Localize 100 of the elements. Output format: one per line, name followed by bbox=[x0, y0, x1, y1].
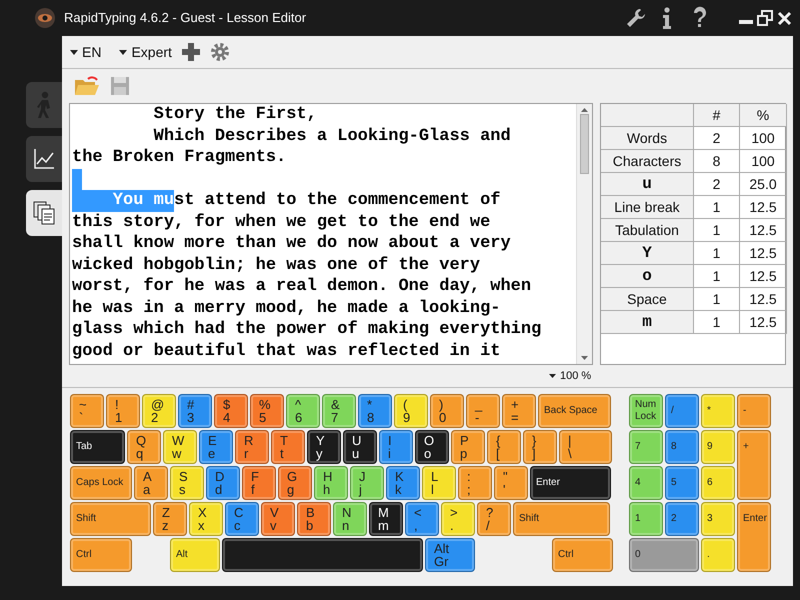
keyboard-key: Alt bbox=[170, 538, 220, 572]
documents-icon bbox=[32, 200, 56, 226]
keyboard-key: 6 bbox=[701, 466, 735, 500]
keyboard-key: . bbox=[701, 538, 735, 572]
keyboard-key: C c bbox=[225, 502, 259, 536]
keyboard-key: & 7 bbox=[322, 394, 356, 428]
keyboard-key: Shift bbox=[70, 502, 151, 536]
keyboard-key: < , bbox=[405, 502, 439, 536]
help-icon[interactable] bbox=[691, 6, 709, 30]
keyboard-key: % 5 bbox=[250, 394, 284, 428]
table-cell: 1 bbox=[694, 288, 740, 311]
table-cell: 1 bbox=[694, 265, 740, 288]
table-cell: 12.5 bbox=[740, 242, 787, 265]
table-cell: 8 bbox=[694, 150, 740, 173]
row-header: m bbox=[601, 311, 694, 334]
table-cell: 1 bbox=[694, 242, 740, 265]
keyboard-key: F f bbox=[242, 466, 276, 500]
table-cell: 1 bbox=[694, 311, 740, 334]
zoom-dropdown[interactable]: 100 % bbox=[549, 368, 592, 384]
keyboard-key: ? / bbox=[477, 502, 511, 536]
keyboard-key: ) 0 bbox=[430, 394, 464, 428]
keyboard-key: X x bbox=[189, 502, 223, 536]
sidebar-tab[interactable] bbox=[26, 136, 62, 182]
table-cell: 12.5 bbox=[740, 219, 787, 242]
restore-icon[interactable] bbox=[757, 10, 773, 26]
editor-text: Story the First, bbox=[152, 104, 317, 126]
caret-icon bbox=[549, 374, 556, 378]
keyboard-key: Z z bbox=[153, 502, 187, 536]
keyboard-key: * bbox=[701, 394, 735, 428]
keyboard-key: Ctrl bbox=[70, 538, 132, 572]
keyboard-key: 1 bbox=[629, 502, 663, 536]
editor-text: shall know more than we do now about a very bbox=[72, 233, 511, 254]
row-header: o bbox=[601, 265, 694, 288]
editor-text: Which Describes a Looking-Glass and bbox=[152, 126, 511, 147]
info-icon[interactable] bbox=[661, 6, 673, 30]
table-cell: 12.5 bbox=[740, 265, 787, 288]
keyboard-key: Q q bbox=[127, 430, 161, 464]
table-cell: 12.5 bbox=[740, 196, 787, 219]
scroll-down-arrow-icon[interactable] bbox=[581, 356, 588, 360]
plus-icon[interactable] bbox=[182, 43, 200, 61]
keyboard-key: _ - bbox=[466, 394, 500, 428]
row-header: Words bbox=[601, 127, 694, 150]
keyboard-key: Tab bbox=[70, 430, 125, 464]
settings-icon[interactable] bbox=[210, 42, 230, 62]
row-header: Tabulation bbox=[601, 219, 694, 242]
keyboard-key: ! 1 bbox=[106, 394, 140, 428]
keyboard-key: 2 bbox=[665, 502, 699, 536]
scrollbar[interactable] bbox=[576, 104, 592, 364]
scrollbar-thumb[interactable] bbox=[580, 114, 589, 174]
keyboard-key: > . bbox=[441, 502, 475, 536]
editor-text: good or beautiful that was reflected in it bbox=[72, 340, 500, 362]
keyboard-key: 5 bbox=[665, 466, 699, 500]
table-cell: 100 bbox=[740, 127, 787, 150]
keyboard-key: 0 bbox=[629, 538, 699, 572]
keyboard-key: } ] bbox=[523, 430, 557, 464]
text-editor[interactable] bbox=[69, 103, 593, 365]
editor-text: this story, for when we get to the end we bbox=[72, 212, 490, 233]
caret-icon bbox=[119, 50, 128, 54]
keyboard-key: Back Space bbox=[538, 394, 611, 428]
keyboard-key: J j bbox=[350, 466, 384, 500]
row-header: Line break bbox=[601, 196, 694, 219]
caret-icon bbox=[70, 50, 78, 54]
editor-text: st attend to the commencement of bbox=[174, 190, 500, 212]
table-cell: 25.0 bbox=[740, 173, 787, 196]
editor-text: worst, for he was a real demon. One day, when bbox=[72, 276, 532, 298]
row-header: Y bbox=[601, 242, 694, 265]
keyboard-key: @ 2 bbox=[142, 394, 176, 428]
keyboard-key: { [ bbox=[487, 430, 521, 464]
close-icon[interactable] bbox=[777, 10, 792, 26]
difficulty-dropdown[interactable]: Expert bbox=[119, 42, 172, 62]
keyboard-key: Alt Gr bbox=[425, 538, 475, 572]
column-header: % bbox=[740, 104, 787, 127]
keyboard-key: Enter bbox=[530, 466, 611, 500]
table-cell: 12.5 bbox=[740, 311, 787, 334]
keyboard-key: Enter bbox=[737, 502, 771, 572]
keyboard-key: O o bbox=[415, 430, 449, 464]
window-title: RapidTyping 4.6.2 - Guest - Lesson Editor bbox=[64, 9, 306, 28]
keyboard-key: : ; bbox=[458, 466, 492, 500]
sidebar-tab[interactable] bbox=[26, 190, 62, 236]
editor-text: wicked hobgoblin; he was one of the very bbox=[72, 254, 480, 276]
keyboard-key: + bbox=[737, 430, 771, 500]
language-dropdown[interactable]: EN bbox=[70, 42, 102, 62]
keyboard-key: Ctrl bbox=[552, 538, 613, 572]
editor-text: the Broken Fragments. bbox=[72, 147, 286, 168]
keyboard-key: I i bbox=[379, 430, 413, 464]
open-folder-icon[interactable] bbox=[74, 75, 100, 97]
table-cell: 12.5 bbox=[740, 288, 787, 311]
keyboard-key: / bbox=[665, 394, 699, 428]
column-header: # bbox=[694, 104, 740, 127]
row-header: Space bbox=[601, 288, 694, 311]
wrench-icon[interactable] bbox=[625, 7, 647, 29]
editor-text: You mu bbox=[72, 190, 174, 212]
keyboard-key: A a bbox=[134, 466, 168, 500]
keyboard-key: ^ 6 bbox=[286, 394, 320, 428]
keyboard-key: P p bbox=[451, 430, 485, 464]
keyboard-key: N n bbox=[333, 502, 367, 536]
table-cell: 1 bbox=[694, 196, 740, 219]
scroll-up-arrow-icon[interactable] bbox=[581, 108, 588, 112]
keyboard-key: * 8 bbox=[358, 394, 392, 428]
keyboard-key: Num Lock bbox=[629, 394, 663, 428]
